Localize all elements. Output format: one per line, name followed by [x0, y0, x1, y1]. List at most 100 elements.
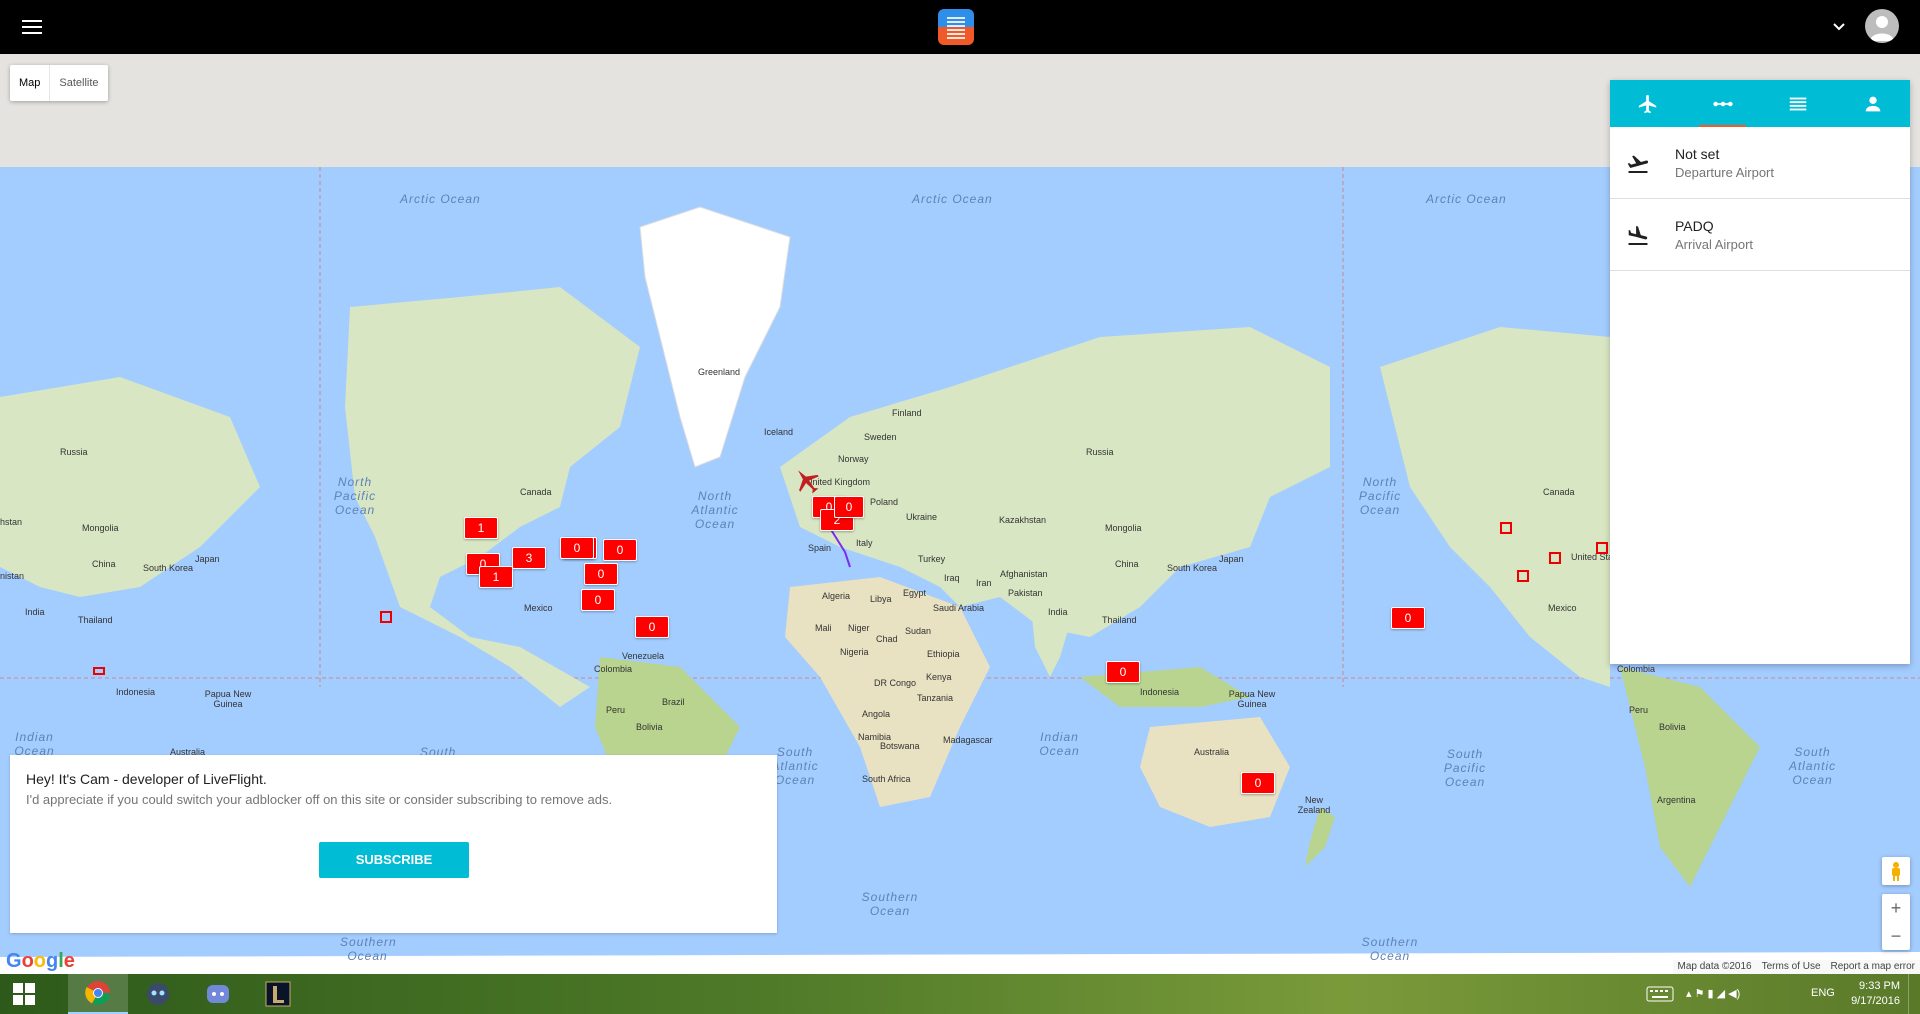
airport-marker-empty[interactable] [380, 611, 392, 623]
country-label: Thailand [1102, 615, 1137, 625]
app-bar [0, 0, 1920, 54]
account-icon[interactable] [1865, 9, 1899, 43]
country-label: Canada [520, 487, 552, 497]
country-label: Kenya [926, 672, 952, 682]
country-label: Niger [848, 623, 870, 633]
airport-marker[interactable]: 1 [464, 517, 498, 539]
country-label: Sudan [905, 626, 932, 636]
country-label: hstan [0, 517, 23, 527]
country-label: Indonesia [116, 687, 156, 697]
zoom-out-button[interactable]: − [1882, 922, 1910, 950]
tab-list[interactable] [1760, 80, 1835, 127]
country-label: Afghanistan [1000, 569, 1048, 579]
input-language[interactable]: ENG [1811, 987, 1835, 999]
airport-marker[interactable]: 0 [635, 616, 669, 638]
airport-marker[interactable]: 1 [479, 566, 513, 588]
tray-icons[interactable]: ▴ ⚑ ▮ ◢ ◀) [1686, 987, 1740, 1000]
airport-marker-empty[interactable] [1500, 522, 1512, 534]
ocean-label: North Atlantic Ocean [691, 489, 739, 531]
zoom-in-button[interactable]: + [1882, 894, 1910, 922]
keyboard-icon[interactable] [1646, 986, 1674, 1002]
airport-marker[interactable]: 0 [581, 589, 615, 611]
country-label: Mali [815, 623, 832, 633]
country-label: Japan [195, 554, 220, 564]
menu-icon[interactable] [22, 20, 42, 34]
ocean-label: Indian Ocean [1039, 730, 1080, 758]
country-label: Canada [1543, 487, 1575, 497]
airport-marker-empty[interactable] [1596, 542, 1608, 554]
airport-marker[interactable]: 0 [584, 563, 618, 585]
airport-marker-empty[interactable] [93, 667, 105, 675]
ocean-label: Indian Ocean [14, 730, 55, 758]
map-type-map-button[interactable]: Map [10, 65, 51, 101]
pegman-icon[interactable] [1882, 857, 1910, 885]
country-label: Spain [808, 543, 832, 553]
google-logo[interactable]: Google [6, 950, 75, 973]
country-label: Colombia [594, 664, 633, 674]
windows-taskbar: ▴ ⚑ ▮ ◢ ◀) ENG 9:33 PM 9/17/2016 [0, 974, 1920, 1014]
subscribe-button[interactable]: SUBSCRIBE [319, 842, 469, 878]
departure-airport-row[interactable]: Not set Departure Airport [1610, 127, 1910, 199]
country-label: Venezuela [622, 651, 665, 661]
country-label: Angola [862, 709, 891, 719]
airport-marker[interactable]: 0 [560, 537, 594, 559]
country-label: South Korea [1167, 563, 1218, 573]
airplane-marker-icon[interactable] [795, 467, 819, 495]
country-label: Greenland [698, 367, 741, 377]
route-icon [1712, 101, 1733, 106]
clock-time[interactable]: 9:33 PM [1850, 980, 1900, 992]
airport-marker-empty[interactable] [1549, 552, 1561, 564]
country-label: Iran [976, 578, 992, 588]
ocean-label: North Pacific Ocean [1358, 475, 1402, 517]
taskbar-chrome[interactable] [68, 974, 128, 1014]
person-icon [1865, 96, 1880, 111]
show-desktop-button[interactable] [1908, 974, 1920, 1014]
country-label: DR Congo [874, 678, 917, 688]
airport-marker[interactable]: 0 [1391, 607, 1425, 629]
country-label: Peru [606, 705, 626, 715]
app-logo-icon[interactable] [938, 9, 974, 45]
list-icon [1789, 97, 1806, 110]
airport-marker[interactable]: 3 [512, 547, 546, 569]
ad-notice-card: Hey! It's Cam - developer of LiveFlight.… [10, 755, 777, 933]
robot-app-icon [147, 983, 169, 1005]
country-label: Madagascar [943, 735, 993, 745]
tab-route[interactable] [1685, 80, 1760, 127]
airport-marker[interactable]: 0 [603, 539, 637, 561]
tab-flights[interactable] [1610, 80, 1685, 127]
taskbar-app-robot[interactable] [128, 974, 188, 1014]
country-label: Egypt [903, 588, 927, 598]
terms-of-use-link[interactable]: Terms of Use [1757, 960, 1826, 974]
country-label: Papua New Guinea [204, 689, 252, 709]
ocean-label: South Pacific Ocean [1443, 747, 1487, 789]
country-label: Turkey [918, 554, 946, 564]
tab-user[interactable] [1835, 80, 1910, 127]
chevron-down-icon[interactable] [1832, 20, 1846, 34]
country-label: Nigeria [840, 647, 869, 657]
report-map-error-link[interactable]: Report a map error [1826, 960, 1920, 974]
country-label: India [25, 607, 45, 617]
arrival-label: Arrival Airport [1675, 237, 1754, 252]
taskbar-discord[interactable] [188, 974, 248, 1014]
country-label: Indonesia [1140, 687, 1180, 697]
airport-marker[interactable]: 0 [834, 496, 864, 518]
country-label: Poland [870, 497, 899, 507]
country-label: Kazakhstan [999, 515, 1047, 525]
arrival-airport-row[interactable]: PADQ Arrival Airport [1610, 199, 1910, 271]
country-label: Norway [838, 454, 869, 464]
country-label: Italy [856, 538, 873, 548]
country-label: nistan [0, 571, 25, 581]
clock-date[interactable]: 9/17/2016 [1850, 995, 1900, 1007]
country-label: Colombia [1617, 664, 1656, 674]
country-label: China [1115, 559, 1139, 569]
taskbar-league[interactable] [248, 974, 308, 1014]
airport-marker[interactable]: 0 [1106, 661, 1140, 683]
start-button[interactable] [0, 974, 48, 1014]
map-type-satellite-button[interactable]: Satellite [50, 65, 107, 101]
ocean-label: Southern Ocean [1361, 935, 1419, 963]
country-label: Russia [1086, 447, 1114, 457]
country-label: Algeria [822, 591, 851, 601]
airport-marker[interactable]: 0 [1241, 772, 1275, 794]
panel-tabs [1610, 80, 1910, 127]
airport-marker-empty[interactable] [1517, 570, 1529, 582]
